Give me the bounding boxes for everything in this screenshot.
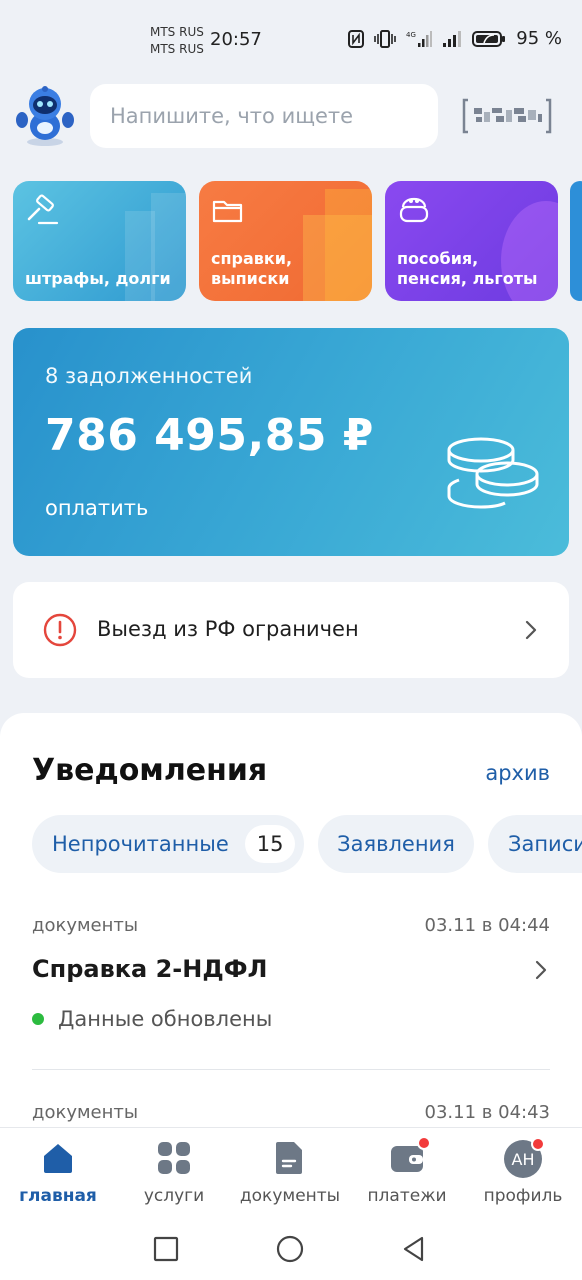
notifications-panel: Уведомления архив Непрочитанные 15 Заявл… (0, 713, 582, 1193)
category-tiles: штрафы, долги справки, выписки пособия, … (13, 181, 582, 301)
debt-amount: 786 495,85 ₽ (45, 410, 374, 461)
nav-label: главная (19, 1186, 97, 1206)
nav-label: платежи (367, 1186, 447, 1206)
status-bar: MTS RUS MTS RUS 20:57 4G 95 % (0, 0, 582, 80)
assistant-robot-icon[interactable] (14, 84, 76, 148)
notification-category: документы (32, 915, 139, 936)
chevron-right-icon (535, 960, 547, 980)
filter-unread[interactable]: Непрочитанные 15 (32, 815, 304, 873)
vibrate-icon (374, 29, 397, 48)
nav-payments[interactable]: платежи (347, 1136, 467, 1206)
debt-count: 8 задолженностей (45, 364, 253, 388)
status-dot (32, 1013, 44, 1025)
coins-icon (447, 437, 539, 509)
notification-status: Данные обновлены (32, 1007, 272, 1031)
wallet-purse-icon (399, 197, 429, 223)
folder-icon (212, 200, 243, 223)
bottom-navigation: главная услуги документы платежи АН проф… (0, 1127, 582, 1217)
header (0, 84, 582, 150)
battery-icon (472, 30, 506, 47)
divider (32, 1069, 550, 1070)
nav-home[interactable]: главная (0, 1140, 118, 1206)
qr-code-icon[interactable] (462, 98, 552, 134)
filter-unread-label: Непрочитанные (52, 832, 229, 856)
warning-icon (43, 613, 77, 647)
carrier-1: MTS RUS (150, 25, 204, 39)
home-button-icon[interactable] (276, 1235, 304, 1263)
carrier-2: MTS RUS (150, 42, 204, 56)
system-navigation (0, 1217, 582, 1280)
restriction-text: Выезд из РФ ограничен (97, 617, 359, 641)
clock: 20:57 (210, 29, 262, 50)
notification-time: 03.11 в 04:43 (424, 1102, 550, 1123)
notification-item[interactable]: документы 03.11 в 04:44 Справка 2-НДФЛ Д… (32, 915, 550, 1075)
filter-records-label: Записи (508, 832, 582, 856)
avatar: АН (504, 1137, 545, 1178)
archive-link[interactable]: архив (485, 761, 550, 785)
filter-applications-label: Заявления (337, 832, 455, 856)
recent-apps-icon[interactable] (152, 1235, 180, 1263)
svg-text:4G: 4G (406, 31, 416, 39)
search-bar[interactable] (90, 84, 438, 148)
tile-fines-debts[interactable]: штрафы, долги (13, 181, 186, 301)
notification-title: Справка 2-НДФЛ (32, 955, 268, 983)
notification-status-text: Данные обновлены (58, 1007, 273, 1031)
gavel-icon (27, 194, 59, 225)
nfc-icon (348, 29, 365, 48)
home-icon (44, 1144, 72, 1173)
avatar-initials: АН (511, 1149, 535, 1169)
nav-label: услуги (143, 1186, 205, 1206)
nav-label: профиль (483, 1186, 563, 1206)
nav-label: документы (239, 1186, 341, 1206)
tile-label: штрафы, долги (25, 269, 171, 288)
tile-certificates[interactable]: справки, выписки (199, 181, 372, 301)
carrier-names: MTS RUS MTS RUS (150, 24, 204, 58)
status-icons: 4G 95 % (348, 28, 562, 49)
notification-time: 03.11 в 04:44 (424, 915, 550, 936)
search-input[interactable] (90, 84, 438, 148)
tile-next-partial[interactable] (570, 181, 582, 301)
debt-card[interactable]: 8 задолженностей 786 495,85 ₽ оплатить (13, 328, 569, 556)
filter-applications[interactable]: Заявления (318, 815, 474, 873)
nav-documents[interactable]: документы (230, 1140, 350, 1206)
document-icon (276, 1142, 302, 1174)
travel-restriction-card[interactable]: Выезд из РФ ограничен (13, 582, 569, 678)
nav-profile[interactable]: АН профиль (463, 1137, 582, 1206)
wallet-icon-wrap (389, 1136, 431, 1176)
tile-label: справки, выписки (211, 249, 293, 288)
chevron-right-icon (525, 620, 537, 640)
signal-4g-icon: 4G (406, 30, 433, 47)
signal-icon (443, 30, 462, 47)
battery-percent: 95 % (516, 28, 562, 49)
notification-badge (531, 1137, 545, 1151)
pay-button[interactable]: оплатить (45, 496, 148, 520)
back-icon[interactable] (400, 1235, 428, 1263)
nav-services[interactable]: услуги (114, 1140, 234, 1206)
tile-benefits[interactable]: пособия, пенсия, льготы (385, 181, 558, 301)
notification-badge (417, 1136, 431, 1150)
tile-label: пособия, пенсия, льготы (397, 249, 538, 288)
notification-category: документы (32, 1102, 139, 1123)
filter-records[interactable]: Записи (488, 815, 582, 873)
notification-filters: Непрочитанные 15 Заявления Записи (32, 815, 582, 875)
grid-icon (158, 1142, 190, 1174)
unread-count-badge: 15 (244, 825, 296, 863)
notifications-title: Уведомления (32, 753, 268, 788)
